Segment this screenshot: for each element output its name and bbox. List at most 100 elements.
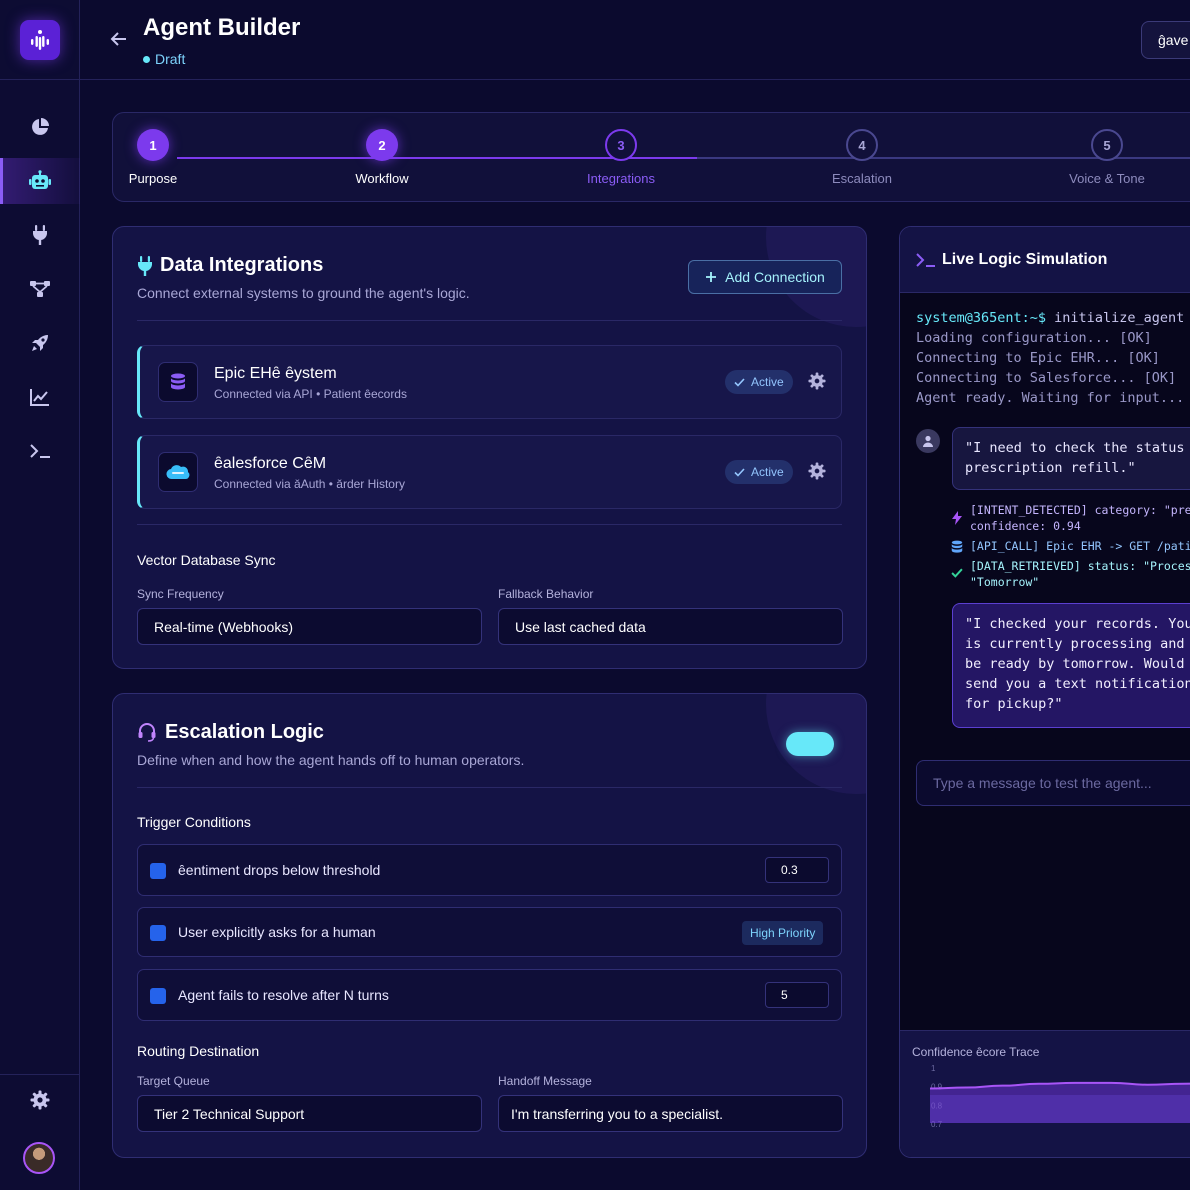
check-icon <box>951 568 963 578</box>
card-title: Data Integrations <box>160 254 324 276</box>
step-voice-tone[interactable]: 5 Voice & Tone <box>1047 129 1167 186</box>
step-integrations[interactable]: 3 Integrations <box>561 129 681 186</box>
step-number: 3 <box>605 129 637 161</box>
status-text: Active <box>751 375 784 389</box>
trigger-checkbox[interactable] <box>150 863 166 879</box>
salesforce-cloud-icon <box>166 465 190 480</box>
trigger-checkbox[interactable] <box>150 925 166 941</box>
status-text: Active <box>751 465 784 479</box>
step-number: 2 <box>366 129 398 161</box>
confidence-chart-svg: 10.90.80.7 <box>929 1064 1190 1129</box>
terminal-line: Agent ready. Waiting for input... <box>916 390 1185 406</box>
nav-integrations[interactable] <box>0 212 80 258</box>
back-arrow-icon[interactable] <box>110 30 128 48</box>
page-title: Agent Builder <box>143 14 301 41</box>
y-tick-label: 1 <box>931 1064 936 1073</box>
plug-icon <box>33 225 47 245</box>
sync-frequency-select[interactable]: Real-time (Webhooks) <box>137 608 482 645</box>
priority-badge: High Priority <box>742 921 824 945</box>
logo-area <box>0 0 79 80</box>
terminal-icon <box>916 253 935 267</box>
card-subtitle: Connect external systems to ground the a… <box>137 285 470 301</box>
divider <box>137 524 842 525</box>
integration-name: Epic EHȇ ȇystem <box>214 365 337 382</box>
nav-analytics[interactable] <box>0 374 80 420</box>
headset-icon <box>138 723 156 742</box>
trigger-human-request: User explicitly asks for a human High Pr… <box>137 907 842 957</box>
integration-description: Connected via ǎAuth • ǎrder History <box>214 477 405 491</box>
routing-destination-heading: Routing Destination <box>137 1043 260 1059</box>
sync-frequency-label: Sync Frequency <box>137 587 224 601</box>
analytics-icon <box>30 389 49 406</box>
simulation-header: Live Logic Simulation <box>900 227 1190 293</box>
integration-salesforce[interactable]: ȇalesforce CȇM Connected via ǎAuth • ǎrd… <box>137 435 842 509</box>
robot-icon <box>29 170 51 189</box>
log-intent-detected: [INTENT_DETECTED] category: "prescriptio… <box>970 503 1190 533</box>
terminal-prompt-line: system@365ent:~$ initialize_agent <box>916 310 1184 326</box>
plus-icon <box>706 272 717 282</box>
database-icon <box>951 540 963 553</box>
handoff-message-label: Handoff Message <box>498 1074 592 1088</box>
integration-icon <box>158 362 198 402</box>
lightning-icon <box>952 511 962 525</box>
step-number: 1 <box>137 129 169 161</box>
user-avatar-small <box>916 429 940 453</box>
user-icon <box>923 435 933 447</box>
fallback-behavior-select[interactable]: Use last cached data <box>498 608 843 645</box>
chart-title: Confidence ȇcore Trace <box>912 1045 1040 1059</box>
gear-icon[interactable] <box>808 372 826 390</box>
nav-workflows[interactable] <box>0 266 80 312</box>
check-icon <box>734 377 745 387</box>
save-button[interactable]: ĝave <box>1141 21 1190 59</box>
card-subtitle: Define when and how the agent hands off … <box>137 752 525 768</box>
trigger-text: ȇentiment drops below threshold <box>178 862 381 878</box>
gear-icon <box>30 1090 50 1110</box>
gear-icon[interactable] <box>808 462 826 480</box>
nav-agents[interactable] <box>0 158 80 204</box>
integration-name: ȇalesforce CȇM <box>214 455 327 472</box>
max-turns-input[interactable]: 5 <box>765 982 829 1008</box>
log-api-call: [API_CALL] Epic EHR -> GET /patient/rx <box>970 539 1190 553</box>
step-escalation[interactable]: 4 Escalation <box>802 129 922 186</box>
escalation-toggle[interactable] <box>786 732 834 756</box>
integration-epic[interactable]: Epic EHȇ ȇystem Connected via API • Pati… <box>137 345 842 419</box>
status-badge: Active <box>725 370 793 394</box>
add-connection-label: Add Connection <box>725 269 825 285</box>
integration-description: Connected via API • Patient ȇecords <box>214 387 407 401</box>
card-title: Escalation Logic <box>165 721 324 743</box>
simulation-title: Live Logic Simulation <box>942 251 1108 268</box>
terminal-command: initialize_agent <box>1046 310 1185 326</box>
trigger-checkbox[interactable] <box>150 988 166 1004</box>
status-badge: Draft <box>143 51 185 67</box>
step-label: Escalation <box>832 171 892 186</box>
status-text: Draft <box>155 51 186 67</box>
trigger-sentiment: ȇentiment drops below threshold 0.3 <box>137 844 842 896</box>
terminal-line: Connecting to Epic EHR... [OK] <box>916 350 1160 366</box>
database-icon <box>171 373 185 390</box>
agent-message-bubble: "I checked your records. Your refill is … <box>952 603 1190 728</box>
user-message-bubble: "I need to check the status of my prescr… <box>952 427 1190 490</box>
plug-icon <box>138 256 152 276</box>
user-avatar[interactable] <box>23 1142 55 1174</box>
target-queue-select[interactable]: Tier 2 Technical Support <box>137 1095 482 1132</box>
confidence-chart: Confidence ȇcore Trace 10.90.80.7 <box>900 1030 1190 1157</box>
nav-console[interactable] <box>0 428 80 474</box>
rocket-icon <box>32 335 48 351</box>
nav-deploy[interactable] <box>0 320 80 366</box>
brand-logo[interactable] <box>19 19 60 60</box>
nav-dashboard[interactable] <box>0 104 80 150</box>
handoff-message-input[interactable]: I'm transferring you to a specialist. <box>498 1095 843 1132</box>
wizard-stepper: 1 Purpose 2 Workflow 3 Integrations 4 Es… <box>112 112 1190 202</box>
add-connection-button[interactable]: Add Connection <box>688 260 842 294</box>
test-message-input[interactable]: Type a message to test the agent... <box>916 760 1190 806</box>
sidebar <box>0 0 80 1190</box>
divider <box>137 320 842 321</box>
step-workflow[interactable]: 2 Workflow <box>322 129 442 186</box>
nav-settings[interactable] <box>0 1077 80 1123</box>
sentiment-threshold-input[interactable]: 0.3 <box>765 857 829 883</box>
vector-sync-heading: Vector Database Sync <box>137 552 276 568</box>
step-label: Integrations <box>587 171 655 186</box>
step-label: Workflow <box>355 171 409 186</box>
step-purpose[interactable]: 1 Purpose <box>93 129 213 186</box>
terminal-prompt: system@365ent:~$ <box>916 310 1047 326</box>
